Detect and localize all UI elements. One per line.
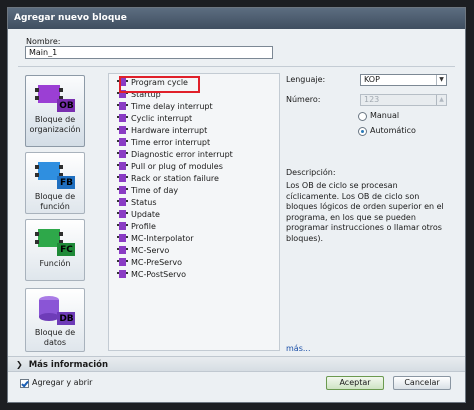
ob-item-icon <box>117 173 128 182</box>
list-item[interactable]: Time delay interrupt <box>117 101 213 113</box>
function-block-label: Bloque de función <box>34 192 76 211</box>
list-item[interactable]: Pull or plug of modules <box>117 161 223 173</box>
fb-block-icon: FB <box>35 159 75 189</box>
ob-item-icon <box>117 185 128 194</box>
organization-block-button[interactable]: OB Bloque de organización <box>25 75 85 147</box>
dialog-title: Agregar nuevo bloque <box>8 8 465 29</box>
ob-block-icon: OB <box>35 82 75 112</box>
more-link[interactable]: más... <box>286 344 311 353</box>
automatic-radio[interactable] <box>358 127 367 136</box>
function-block-button[interactable]: FB Bloque de función <box>25 152 85 214</box>
list-item[interactable]: Update <box>117 209 160 221</box>
data-block-label: Bloque de datos <box>34 328 76 347</box>
ob-item-icon <box>117 125 128 134</box>
name-input[interactable] <box>25 46 273 59</box>
list-item[interactable]: Cyclic interrupt <box>117 113 192 125</box>
function-label: Función <box>39 259 71 268</box>
list-item-label: Cyclic interrupt <box>131 114 193 123</box>
list-item-label: MC-Servo <box>131 246 170 255</box>
more-info-label: Más información <box>28 360 109 370</box>
list-item-label: Time delay interrupt <box>131 102 213 111</box>
spinner-icon: ▲ <box>436 95 446 105</box>
add-block-dialog: Agregar nuevo bloque Nombre: OB Bloque d… <box>7 7 466 403</box>
add-and-open-checkbox[interactable] <box>20 379 29 388</box>
list-item[interactable]: Rack or station failure <box>117 173 219 185</box>
list-item-label: MC-PostServo <box>131 270 187 279</box>
more-info-expander[interactable]: ❯ Más información <box>8 356 465 372</box>
list-item[interactable]: Profile <box>117 221 156 233</box>
accept-button[interactable]: Aceptar <box>326 376 384 390</box>
list-item-label: MC-PreServo <box>131 258 183 267</box>
list-item-label: Profile <box>131 222 156 231</box>
description-text: Los OB de ciclo se procesan cíclicamente… <box>286 181 444 243</box>
list-item[interactable]: MC-PostServo <box>117 269 186 281</box>
name-label: Nombre: <box>26 37 61 46</box>
ob-tag: OB <box>59 101 74 111</box>
manual-radio[interactable] <box>358 112 367 121</box>
ob-item-icon <box>117 269 128 278</box>
automatic-label: Automático <box>370 126 416 135</box>
function-button[interactable]: FC Función <box>25 219 85 281</box>
list-item[interactable]: Diagnostic error interrupt <box>117 149 233 161</box>
list-item[interactable]: Time error interrupt <box>117 137 210 149</box>
ob-item-icon <box>117 245 128 254</box>
number-label: Número: <box>286 95 321 104</box>
list-item[interactable]: Hardware interrupt <box>117 125 207 137</box>
list-item-label: MC-Interpolator <box>131 234 194 243</box>
separator <box>18 66 455 67</box>
list-item-label: Pull or plug of modules <box>131 162 223 171</box>
fb-tag: FB <box>59 178 73 188</box>
ob-item-icon <box>117 113 128 122</box>
data-block-button[interactable]: DB Bloque de datos <box>25 288 85 352</box>
language-value: KOP <box>364 75 380 84</box>
ob-item-icon <box>117 149 128 158</box>
cancel-button[interactable]: Cancelar <box>393 376 451 390</box>
description-title: Descripción: <box>286 168 336 177</box>
ob-item-icon <box>117 197 128 206</box>
list-item[interactable]: MC-Interpolator <box>117 233 194 245</box>
ob-item-icon <box>117 89 128 98</box>
list-item-label: Status <box>131 198 157 207</box>
list-item[interactable]: Startup <box>117 89 161 101</box>
db-block-icon: DB <box>35 295 75 325</box>
organization-block-label: Bloque de organización <box>29 115 81 134</box>
db-tag: DB <box>59 314 74 324</box>
language-label: Lenguaje: <box>286 75 326 84</box>
ob-item-icon <box>117 161 128 170</box>
list-item-label: Update <box>131 210 160 219</box>
list-item-label: Time of day <box>131 186 179 195</box>
ob-type-list: Program cycle Startup Time delay interru… <box>108 73 280 351</box>
list-item-label: Diagnostic error interrupt <box>131 150 233 159</box>
list-item-label: Rack or station failure <box>131 174 219 183</box>
chevron-right-icon: ❯ <box>16 360 23 369</box>
ob-item-icon <box>117 233 128 242</box>
list-item[interactable]: Program cycle <box>117 77 188 89</box>
ob-item-icon <box>117 77 128 86</box>
fc-tag: FC <box>60 245 73 255</box>
chevron-down-icon: ▼ <box>436 75 446 85</box>
list-item-label: Hardware interrupt <box>131 126 208 135</box>
number-value: 123 <box>364 95 380 104</box>
manual-label: Manual <box>370 111 400 120</box>
list-item-label: Program cycle <box>131 78 188 87</box>
fc-block-icon: FC <box>35 226 75 256</box>
number-field: 123 ▲ <box>360 94 447 106</box>
ob-item-icon <box>117 209 128 218</box>
list-item[interactable]: MC-PreServo <box>117 257 182 269</box>
language-select[interactable]: KOP ▼ <box>360 74 447 86</box>
list-item[interactable]: Status <box>117 197 157 209</box>
ob-item-icon <box>117 137 128 146</box>
list-item-label: Time error interrupt <box>131 138 211 147</box>
add-and-open-label: Agregar y abrir <box>32 378 93 387</box>
list-item[interactable]: MC-Servo <box>117 245 169 257</box>
list-item-label: Startup <box>131 90 161 99</box>
list-item[interactable]: Time of day <box>117 185 178 197</box>
ob-item-icon <box>117 257 128 266</box>
ob-item-icon <box>117 221 128 230</box>
ob-item-icon <box>117 101 128 110</box>
